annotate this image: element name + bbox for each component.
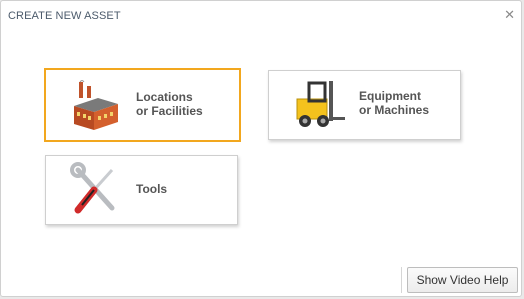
asset-card-locations[interactable]: Locations or Facilities (44, 68, 241, 142)
footer-divider (401, 267, 402, 293)
card-label-line1: Equipment (359, 89, 421, 103)
card-label: Tools (136, 182, 168, 196)
factory-icon (74, 80, 118, 130)
tools-icon (70, 162, 115, 214)
card-label-line2: or Machines (359, 103, 430, 117)
close-icon[interactable]: ✕ (504, 8, 515, 22)
asset-card-equipment[interactable]: Equipment or Machines (268, 70, 461, 140)
show-video-help-button[interactable]: Show Video Help (407, 267, 518, 293)
card-label-line2: or Facilities (136, 104, 203, 118)
forklift-icon (296, 81, 345, 127)
create-asset-dialog: CREATE NEW ASSET ✕ Locations or Faciliti… (0, 0, 522, 297)
card-label-line1: Locations (136, 90, 193, 104)
asset-card-tools[interactable]: Tools (45, 155, 238, 225)
dialog-title: CREATE NEW ASSET (8, 10, 121, 22)
